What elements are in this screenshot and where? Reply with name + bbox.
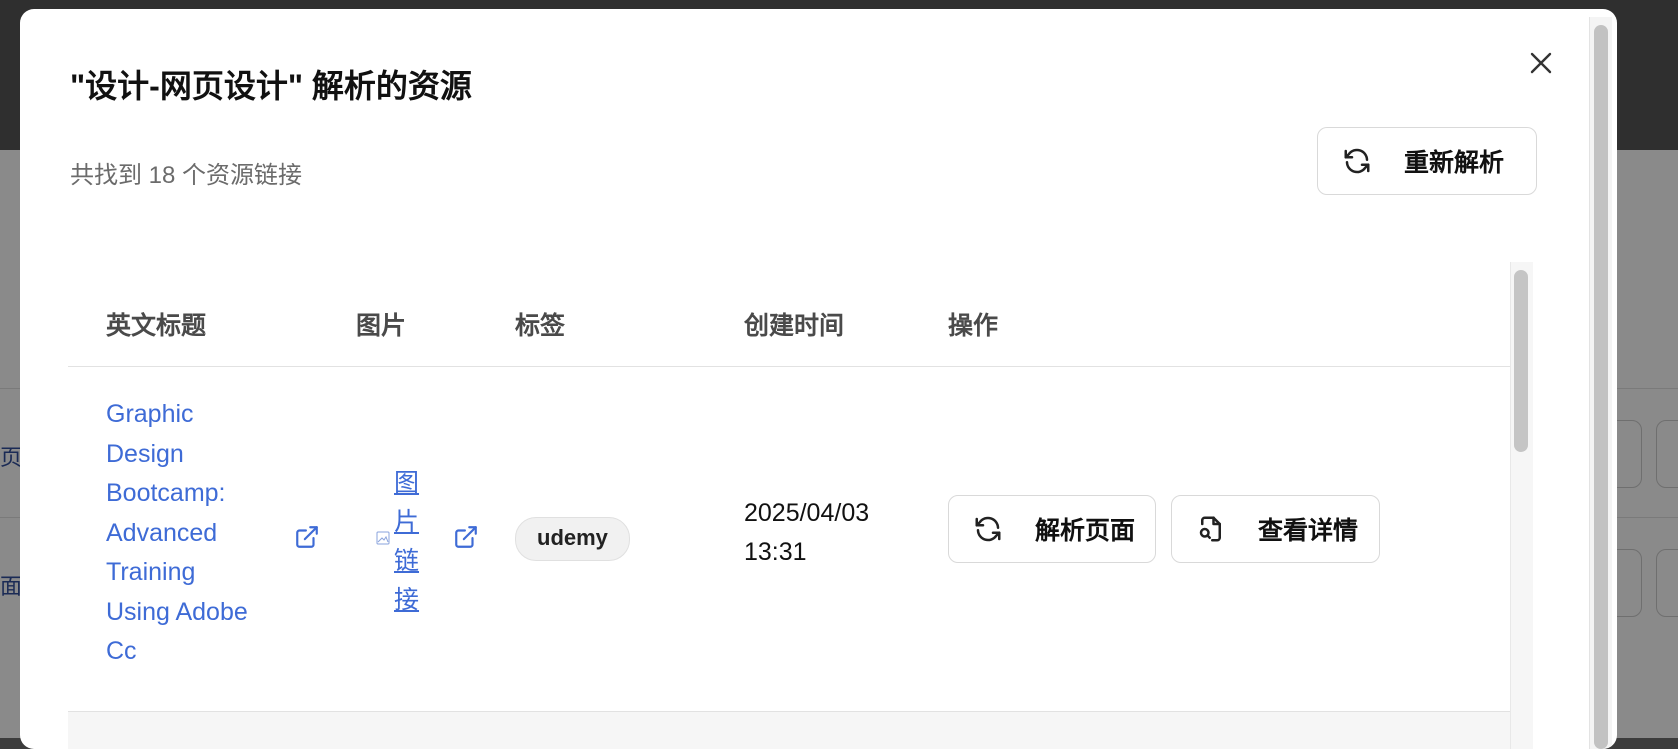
dialog-scrollbar-thumb[interactable] (1594, 25, 1608, 749)
title-line: Bootcamp: (106, 479, 226, 507)
title-line: Using Adobe (106, 597, 248, 626)
view-details-label: 查看详情 (1258, 517, 1359, 545)
image-link[interactable]: 图 片 链 接 (394, 464, 424, 620)
parse-page-label: 解析页面 (1035, 517, 1136, 545)
table-row: Graphic Design Bootcamp: Advanced Traini… (68, 367, 1510, 712)
resource-dialog: "设计-网页设计" 解析的资源 共找到 18 个资源链接 重新解析 英文标题 图… (20, 9, 1617, 749)
background-text-fragment: 面 (0, 574, 23, 599)
dialog-title: "设计-网页设计" 解析的资源 (70, 68, 472, 104)
reparse-label: 重新解析 (1404, 149, 1505, 177)
resource-count-text: 共找到 18 个资源链接 (70, 162, 303, 189)
column-header-actions: 操作 (948, 312, 999, 340)
created-date-text: 2025/04/03 (744, 499, 870, 527)
background-text-fragment: 页 (0, 445, 23, 470)
close-button[interactable] (1519, 41, 1563, 85)
view-details-button[interactable]: 查看详情 (1171, 495, 1380, 563)
external-link-icon[interactable] (294, 524, 320, 550)
reparse-button[interactable]: 重新解析 (1317, 127, 1537, 195)
parse-page-button[interactable]: 解析页面 (948, 495, 1156, 563)
created-time: 2025/04/03 13:31 (744, 494, 869, 572)
file-search-icon (1199, 516, 1221, 542)
resource-title-link[interactable]: Graphic Design Bootcamp: Advanced Traini… (106, 395, 276, 672)
broken-image-icon (376, 531, 390, 545)
title-line: Cc (106, 637, 137, 665)
image-link-char: 接 (394, 586, 420, 614)
background-button (1656, 549, 1678, 617)
title-line: Training (106, 558, 196, 586)
refresh-icon (975, 516, 1001, 542)
title-line: Design (106, 439, 184, 468)
column-header-created: 创建时间 (744, 312, 845, 340)
external-link-icon[interactable] (453, 524, 479, 550)
column-header-image: 图片 (356, 312, 407, 340)
column-header-tag: 标签 (515, 312, 566, 340)
created-time-text: 13:31 (744, 538, 807, 566)
title-line: Graphic (106, 400, 194, 428)
table-row (68, 712, 1510, 749)
title-line: Advanced (106, 518, 218, 547)
resource-table: 英文标题 图片 标签 创建时间 操作 Graphic Design Bootca… (68, 262, 1538, 749)
refresh-icon (1344, 148, 1370, 174)
image-link-char: 链 (394, 547, 420, 575)
table-header: 英文标题 图片 标签 创建时间 操作 (68, 262, 1510, 367)
image-link-char: 片 (394, 508, 420, 536)
table-scrollbar-thumb[interactable] (1514, 270, 1528, 452)
close-icon (1530, 52, 1552, 74)
column-header-title: 英文标题 (106, 312, 207, 340)
tag-badge: udemy (515, 517, 630, 561)
image-link-char: 图 (394, 469, 420, 497)
background-button (1656, 420, 1678, 488)
